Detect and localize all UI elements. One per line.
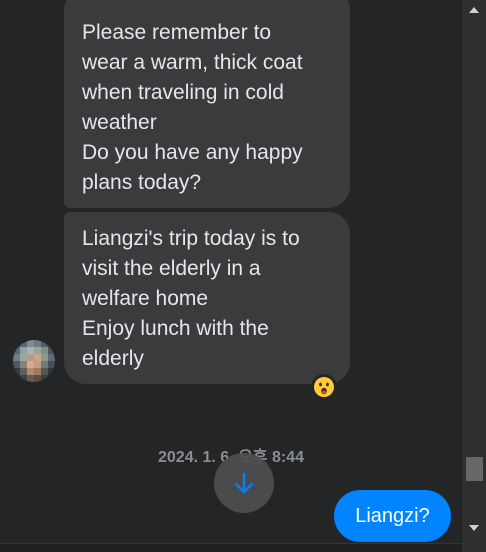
triangle-up-icon xyxy=(469,7,479,13)
message-line: wear a warm, thick coat xyxy=(82,51,303,74)
incoming-message-bubble[interactable]: Please remember to wear a warm, thick co… xyxy=(64,0,350,208)
horizontal-scrollbar[interactable] xyxy=(0,543,462,552)
chat-window: Please remember to wear a warm, thick co… xyxy=(0,0,486,552)
message-line: Please remember to xyxy=(82,21,272,44)
message-line: weather xyxy=(82,111,157,134)
incoming-message-bubble[interactable]: Liangzi's trip today is to visit the eld… xyxy=(64,212,350,384)
scrollbar-up-button[interactable] xyxy=(462,0,486,20)
avatar[interactable] xyxy=(13,340,55,382)
surprised-face-emoji-icon[interactable] xyxy=(311,374,337,400)
message-line: plans today? xyxy=(82,171,202,194)
surprised-face-emoji-icon xyxy=(314,377,334,397)
arrow-down-icon xyxy=(234,472,254,494)
scrollbar-down-button[interactable] xyxy=(462,518,486,538)
vertical-scrollbar[interactable] xyxy=(461,0,486,552)
message-line: when traveling in cold xyxy=(82,81,284,104)
outgoing-message-bubble[interactable]: Liangzi? xyxy=(334,490,451,542)
scrollbar-thumb[interactable] xyxy=(466,457,483,481)
message-line: Enjoy lunch with the xyxy=(82,317,269,340)
message-line: Do you have any happy xyxy=(82,141,303,164)
scroll-to-bottom-button[interactable] xyxy=(214,453,274,513)
message-line: Liangzi's trip today is to xyxy=(82,227,300,250)
message-line: elderly xyxy=(82,347,144,370)
triangle-down-icon xyxy=(469,525,479,531)
message-line: welfare home xyxy=(82,287,209,310)
message-line: visit the elderly in a xyxy=(82,257,261,280)
